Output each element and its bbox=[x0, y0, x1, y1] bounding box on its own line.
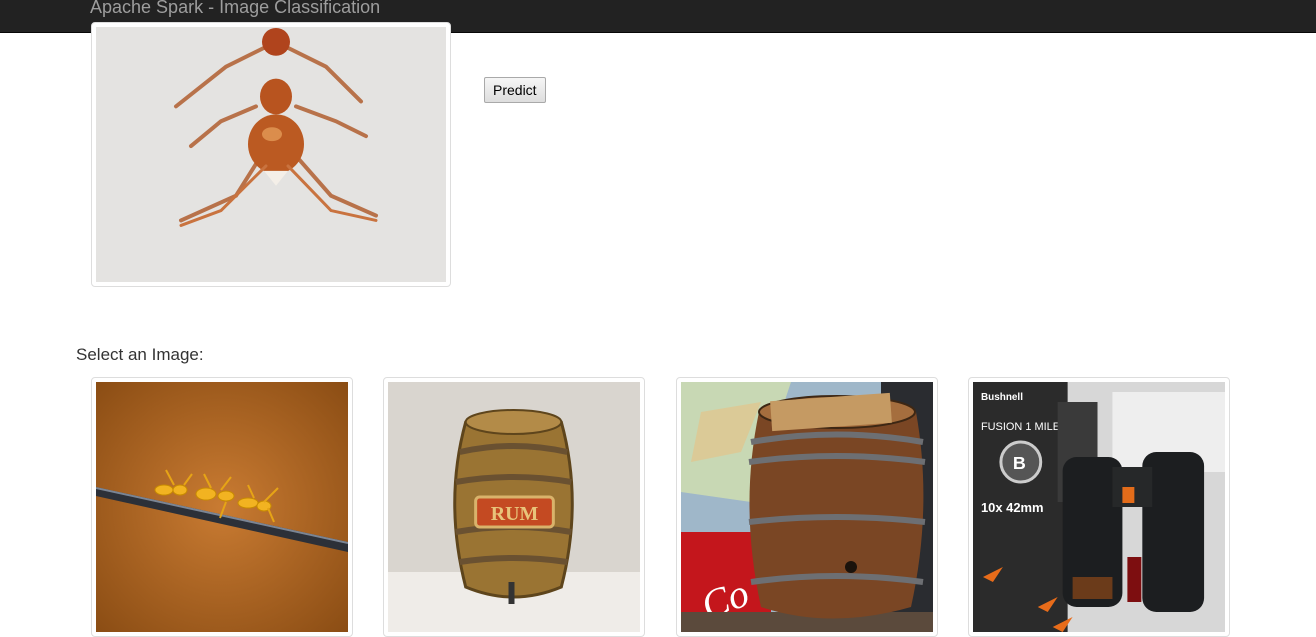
svg-text:FUSION 1 MILE: FUSION 1 MILE bbox=[981, 421, 1060, 433]
preview-image bbox=[91, 22, 451, 287]
gallery-image-wine-barrel[interactable]: Co bbox=[676, 377, 938, 637]
rum-barrel-sign-text: RUM bbox=[491, 503, 539, 525]
gallery-image-ants[interactable] bbox=[91, 377, 353, 637]
binoculars-spec-text: 10x 42mm bbox=[981, 500, 1044, 515]
binoculars-icon: Bushnell FUSION 1 MILE B 10x 42mm bbox=[973, 382, 1225, 632]
gallery-image-rum-barrel[interactable]: RUM bbox=[383, 377, 645, 637]
rum-barrel-icon: RUM bbox=[388, 382, 640, 632]
gallery-image-binoculars[interactable]: Bushnell FUSION 1 MILE B 10x 42mm bbox=[968, 377, 1230, 637]
ant-closeup-icon bbox=[96, 27, 446, 282]
binoculars-brand-text: Bushnell bbox=[981, 392, 1023, 403]
ants-on-wire-icon bbox=[96, 382, 348, 632]
navbar-brand[interactable]: Apache Spark - Image Classification bbox=[90, 0, 380, 18]
predict-button[interactable]: Predict bbox=[484, 77, 546, 103]
svg-text:B: B bbox=[1013, 453, 1026, 473]
gallery-label: Select an Image: bbox=[76, 345, 204, 364]
wine-barrel-icon: Co bbox=[681, 382, 933, 632]
